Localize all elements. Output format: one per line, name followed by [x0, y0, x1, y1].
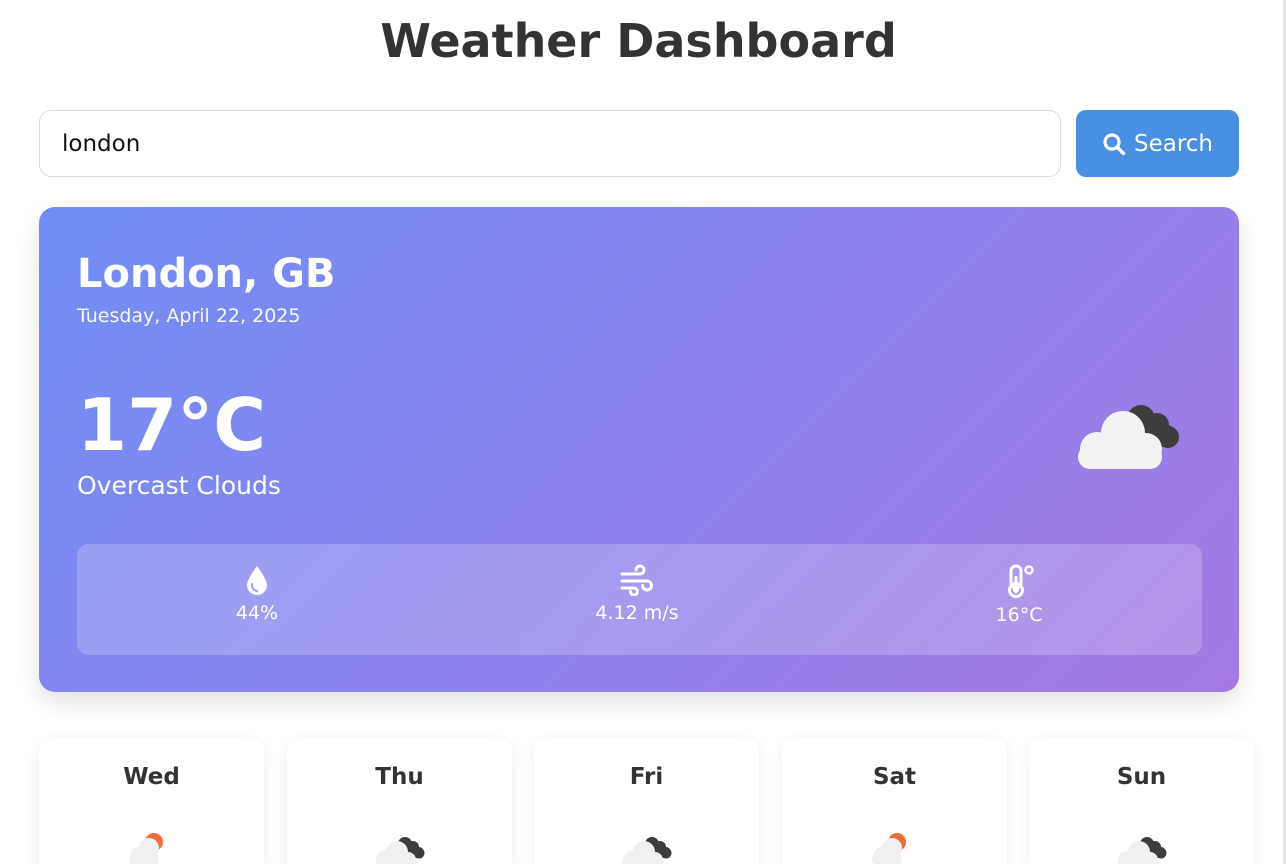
- forecast-card[interactable]: Wed: [39, 738, 264, 864]
- overcast-clouds-icon: [1113, 830, 1173, 864]
- current-date: Tuesday, April 22, 2025: [77, 305, 301, 327]
- forecast-day: Thu: [375, 764, 424, 790]
- humidity-value: 44%: [235, 602, 279, 624]
- feels-like-thermometer-icon: [919, 564, 1119, 598]
- search-button-label: Search: [1133, 130, 1214, 157]
- wind-stat: 4.12 m/s: [537, 564, 737, 624]
- forecast-day: Wed: [123, 764, 180, 790]
- forecast-card[interactable]: Thu: [287, 738, 512, 864]
- current-weather-card: London, GB Tuesday, April 22, 2025 17°C …: [39, 207, 1239, 692]
- sun-cloud-rain-icon: [123, 830, 183, 864]
- humidity-icon: [157, 564, 357, 596]
- feels-like-value: 16°C: [995, 604, 1043, 626]
- forecast-day: Sat: [872, 764, 917, 790]
- weather-stats-panel: 44% 4.12 m/s 16°C: [77, 544, 1202, 655]
- search-input[interactable]: [39, 110, 1061, 177]
- city-name: London, GB: [77, 251, 336, 297]
- search-icon: [1102, 132, 1126, 156]
- current-temperature: 17°C: [77, 383, 267, 467]
- wind-icon: [537, 564, 737, 596]
- feels-like-stat: 16°C: [919, 564, 1119, 626]
- humidity-stat: 44%: [157, 564, 357, 624]
- overcast-clouds-icon: [618, 830, 678, 864]
- wind-value: 4.12 m/s: [595, 602, 679, 624]
- forecast-card[interactable]: Fri: [534, 738, 759, 864]
- overcast-clouds-icon: [371, 830, 431, 864]
- forecast-card[interactable]: Sat: [782, 738, 1007, 864]
- search-button[interactable]: Search: [1076, 110, 1239, 177]
- weather-condition: Overcast Clouds: [77, 471, 281, 500]
- sun-cloud-rain-icon: [866, 830, 926, 864]
- overcast-clouds-icon: [1073, 395, 1183, 479]
- forecast-day: Fri: [629, 764, 664, 790]
- forecast-card[interactable]: Sun: [1029, 738, 1254, 864]
- page-title: Weather Dashboard: [380, 14, 897, 68]
- forecast-day: Sun: [1116, 764, 1167, 790]
